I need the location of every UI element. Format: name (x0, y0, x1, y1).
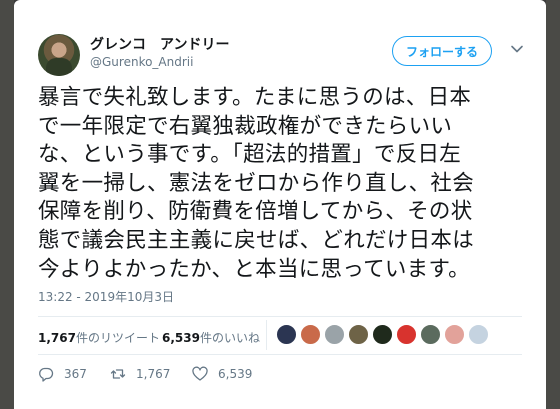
retweet-icon (110, 369, 126, 379)
follow-button[interactable]: フォローする (392, 36, 492, 66)
reply-icon (39, 367, 54, 382)
liker-avatar[interactable] (468, 324, 489, 345)
tweet-text-line: な、という事です。「超法的措置」で反日左 (38, 142, 462, 168)
liker-avatar[interactable] (420, 324, 441, 345)
retweet-count: 1,767 (136, 367, 171, 381)
stats-separator (266, 320, 267, 350)
tweet-text-line: 今よりよかったか、と本当に思っています。 (38, 256, 470, 282)
retweet-stat-label: 件のリツイート (75, 331, 160, 345)
reply-button[interactable]: 367 (38, 364, 87, 384)
liker-avatar[interactable] (372, 324, 393, 345)
page-backdrop-left (0, 0, 14, 409)
tweet-text-line: 暴言で失礼致します。たまに思うのは、日本 (38, 85, 472, 110)
avatar[interactable] (38, 34, 80, 76)
liker-avatar[interactable] (444, 324, 465, 345)
liker-avatar[interactable] (348, 324, 369, 345)
tweet-stats: 1,767件のリツイート 6,539件のいいね (38, 318, 522, 354)
user-display-name[interactable]: グレンコ アンドリー (90, 34, 229, 54)
liker-avatar[interactable] (300, 324, 321, 345)
tweet-header: グレンコ アンドリー @Gurenko_Andrii フォローする (38, 34, 538, 78)
tweet-timestamp[interactable]: 13:22 - 2019年10月3日 (38, 288, 174, 305)
like-stat-label: 件のいいね (199, 331, 260, 345)
reply-count: 367 (64, 367, 87, 381)
heart-icon (192, 366, 208, 381)
tweet-actions: 367 1,767 6,539 (38, 362, 338, 386)
tweet-text-line: 翼を一掃し、憲法をゼロから作り直し、社会 (38, 170, 475, 196)
divider (38, 316, 522, 317)
tweet-text: 暴言で失礼致します。たまに思うのは、日本 で一年限定で右翼独裁政権ができたらいい… (38, 84, 528, 284)
like-count: 6,539 (218, 367, 253, 381)
tweet-text-line: 態で議会民主主義に戻せば、どれだけ日本は (38, 227, 475, 253)
retweet-stat[interactable]: 1,767件のリツイート (38, 329, 160, 346)
like-stat[interactable]: 6,539件のいいね (162, 329, 260, 346)
liker-avatar[interactable] (324, 324, 345, 345)
user-handle[interactable]: @Gurenko_Andrii (90, 55, 193, 69)
tweet-card: グレンコ アンドリー @Gurenko_Andrii フォローする 暴言で失礼致… (14, 0, 546, 409)
like-button[interactable]: 6,539 (192, 364, 252, 384)
retweet-stat-count: 1,767 (38, 331, 76, 345)
retweet-button[interactable]: 1,767 (110, 364, 170, 384)
liker-avatar[interactable] (276, 324, 297, 345)
chevron-down-icon[interactable] (510, 42, 524, 56)
tweet-text-line: 保障を削り、防衛費を倍増してから、その状 (38, 199, 473, 225)
liker-avatar[interactable] (396, 324, 417, 345)
divider (38, 354, 522, 355)
page-backdrop-right (546, 0, 560, 409)
like-stat-count: 6,539 (162, 331, 200, 345)
tweet-text-line: で一年限定で右翼独裁政権ができたらいい (38, 113, 453, 139)
